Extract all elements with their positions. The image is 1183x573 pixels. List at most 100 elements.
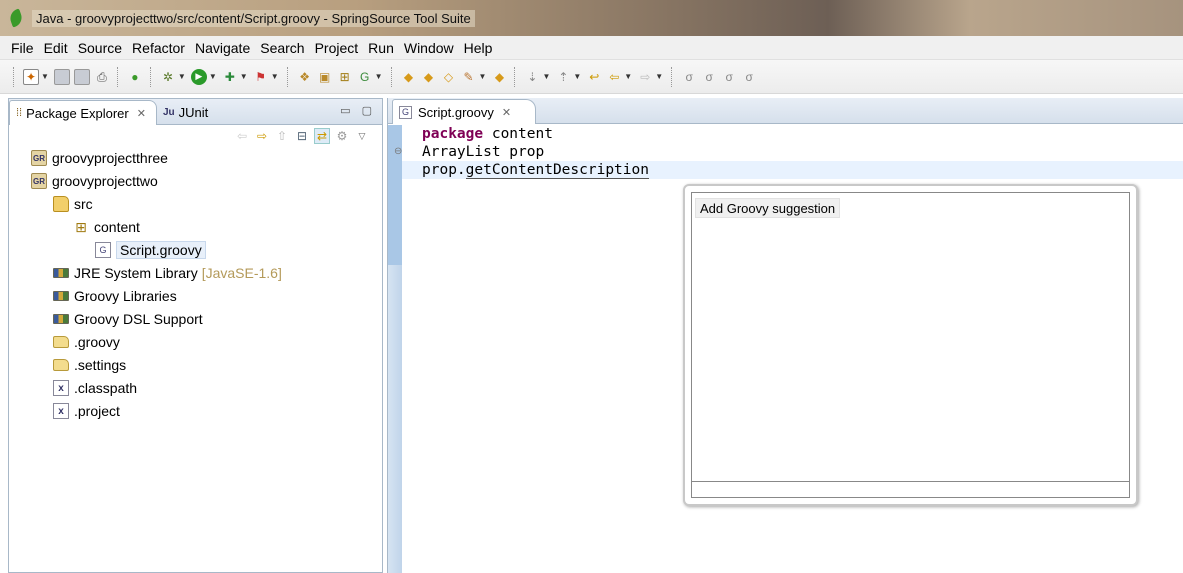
- save-icon[interactable]: [53, 68, 70, 85]
- tree-node-groovyprojectthree[interactable]: GR groovyprojectthree: [31, 147, 168, 169]
- menu-window[interactable]: Window: [399, 40, 459, 56]
- search-dropdown-icon[interactable]: ▼: [479, 72, 487, 81]
- print-icon[interactable]: ⎙: [94, 69, 110, 85]
- tab-package-explorer[interactable]: ⁞⁞ Package Explorer ✕: [9, 100, 157, 125]
- previous-annotation-icon[interactable]: ⇡: [555, 69, 571, 85]
- menu-source[interactable]: Source: [73, 40, 127, 56]
- back-icon[interactable]: ⇦: [606, 69, 622, 85]
- back-dropdown-icon[interactable]: ▼: [624, 72, 632, 81]
- new-dropdown-icon[interactable]: ▼: [41, 72, 49, 81]
- tree-node-classpath[interactable]: x .classpath: [53, 377, 137, 399]
- toolbar-separator: [514, 66, 517, 87]
- new-class-icon[interactable]: ⊞: [337, 69, 353, 85]
- new-icon[interactable]: ✦: [23, 68, 39, 85]
- tree-node-content[interactable]: ⊞ content: [73, 216, 140, 238]
- link-with-editor-icon[interactable]: ⇄: [314, 128, 330, 144]
- editor-tabbar: G Script.groovy ✕: [388, 98, 1183, 124]
- source-folder-icon: [53, 196, 69, 212]
- new-package-icon[interactable]: ▣: [317, 69, 333, 85]
- tab-junit-label: JUnit: [178, 104, 209, 120]
- close-icon[interactable]: ✕: [502, 106, 511, 119]
- code-text-rest: content: [483, 126, 553, 142]
- forward-icon[interactable]: ⇨: [254, 128, 270, 144]
- next-annotation-icon[interactable]: ⇣: [524, 69, 540, 85]
- menu-navigate[interactable]: Navigate: [190, 40, 255, 56]
- up-icon[interactable]: ⇧: [274, 128, 290, 144]
- tree-node-label: Groovy DSL Support: [74, 311, 203, 327]
- menu-project[interactable]: Project: [310, 40, 364, 56]
- external-tools-icon[interactable]: ⚑: [253, 69, 269, 85]
- groovy-project-icon: GR: [31, 150, 47, 166]
- tree-node-groovy-folder[interactable]: .groovy: [53, 331, 120, 353]
- open-task-icon[interactable]: ◇: [441, 69, 457, 85]
- new-class-dropdown-icon[interactable]: ▼: [375, 72, 383, 81]
- sts-leaf-icon: [7, 8, 25, 28]
- tree-node-label: .groovy: [74, 334, 120, 350]
- groovy-file-icon: G: [399, 105, 412, 119]
- tab-junit[interactable]: Ju JUnit: [157, 100, 218, 124]
- tree-node-src[interactable]: src: [53, 193, 93, 215]
- close-icon[interactable]: ✕: [137, 107, 146, 120]
- open-folder-icon[interactable]: ◆: [491, 69, 507, 85]
- back-icon[interactable]: ⇦: [234, 128, 250, 144]
- forward-icon[interactable]: ⇨: [637, 69, 653, 85]
- code-text[interactable]: package content ArrayList prop prop.getC…: [422, 125, 649, 179]
- tree-node-project[interactable]: x .project: [53, 400, 120, 422]
- library-icon: [53, 291, 69, 301]
- coverage-dropdown-icon[interactable]: ▼: [240, 72, 248, 81]
- collapse-all-icon[interactable]: ⊟: [294, 128, 310, 144]
- external-tools-dropdown-icon[interactable]: ▼: [271, 72, 279, 81]
- minimize-maximize-icon[interactable]: ▭ ▢: [340, 104, 376, 117]
- code-line-3: prop.getContentDescription: [422, 161, 649, 179]
- groovy-project-icon: GR: [31, 173, 47, 189]
- menu-edit[interactable]: Edit: [39, 40, 73, 56]
- menu-refactor[interactable]: Refactor: [127, 40, 190, 56]
- groovy-tool-4-icon[interactable]: σ: [741, 69, 757, 85]
- menu-file[interactable]: File: [6, 40, 39, 56]
- new-groovy-class-icon[interactable]: G: [357, 69, 373, 85]
- open-type-icon[interactable]: ◆: [401, 69, 417, 85]
- toolbar-separator: [116, 66, 120, 87]
- tab-script-groovy[interactable]: G Script.groovy ✕: [392, 99, 537, 124]
- tree-node-groovy-libraries[interactable]: Groovy Libraries: [53, 285, 177, 307]
- run-dropdown-icon[interactable]: ▼: [209, 72, 217, 81]
- menu-help[interactable]: Help: [459, 40, 498, 56]
- chevron-down-icon[interactable]: ▽: [354, 128, 370, 144]
- library-icon: [53, 314, 69, 324]
- forward-dropdown-icon[interactable]: ▼: [655, 72, 663, 81]
- spring-icon[interactable]: ●: [127, 69, 143, 85]
- tree-node-script-groovy[interactable]: G Script.groovy: [95, 239, 206, 261]
- quick-fix-status-bar: [692, 481, 1129, 497]
- coverage-icon[interactable]: ✚: [222, 69, 238, 85]
- toolbar-separator: [286, 66, 290, 87]
- debug-icon[interactable]: ✲: [160, 69, 176, 85]
- tree-node-jre-system-library[interactable]: JRE System Library [JavaSE-1.6]: [53, 262, 282, 284]
- save-all-icon[interactable]: [73, 68, 90, 85]
- groovy-tool-3-icon[interactable]: σ: [721, 69, 737, 85]
- quick-fix-list: Add Groovy suggestion: [691, 192, 1130, 498]
- groovy-tool-2-icon[interactable]: σ: [701, 69, 717, 85]
- debug-dropdown-icon[interactable]: ▼: [178, 72, 186, 81]
- tree-node-label: groovyprojecttwo: [52, 173, 158, 189]
- run-icon[interactable]: ▶: [190, 68, 207, 85]
- last-edit-icon[interactable]: ↩: [586, 69, 602, 85]
- editor-gutter[interactable]: [388, 125, 402, 573]
- folder-icon: [53, 336, 69, 348]
- tree-node-groovyprojecttwo[interactable]: GR groovyprojecttwo: [31, 170, 158, 192]
- search-icon[interactable]: ✎: [461, 69, 477, 85]
- tree-node-settings-folder[interactable]: .settings: [53, 354, 126, 376]
- previous-annotation-dropdown-icon[interactable]: ▼: [573, 72, 581, 81]
- quick-fix-item-add-groovy-suggestion[interactable]: Add Groovy suggestion: [695, 198, 841, 218]
- fold-collapse-icon[interactable]: ⊖: [394, 146, 402, 157]
- tree-node-groovy-dsl-support[interactable]: Groovy DSL Support: [53, 308, 203, 330]
- next-annotation-dropdown-icon[interactable]: ▼: [542, 72, 550, 81]
- menu-run[interactable]: Run: [363, 40, 399, 56]
- xml-file-icon: x: [53, 380, 69, 396]
- menu-search[interactable]: Search: [255, 40, 309, 56]
- open-resource-icon[interactable]: ◆: [421, 69, 437, 85]
- groovy-tool-1-icon[interactable]: σ: [681, 69, 697, 85]
- package-explorer-icon: ⁞⁞: [16, 107, 23, 119]
- view-menu-icon[interactable]: ⚙: [334, 128, 350, 144]
- toolbar-separator: [671, 66, 674, 87]
- new-project-icon[interactable]: ❖: [297, 69, 313, 85]
